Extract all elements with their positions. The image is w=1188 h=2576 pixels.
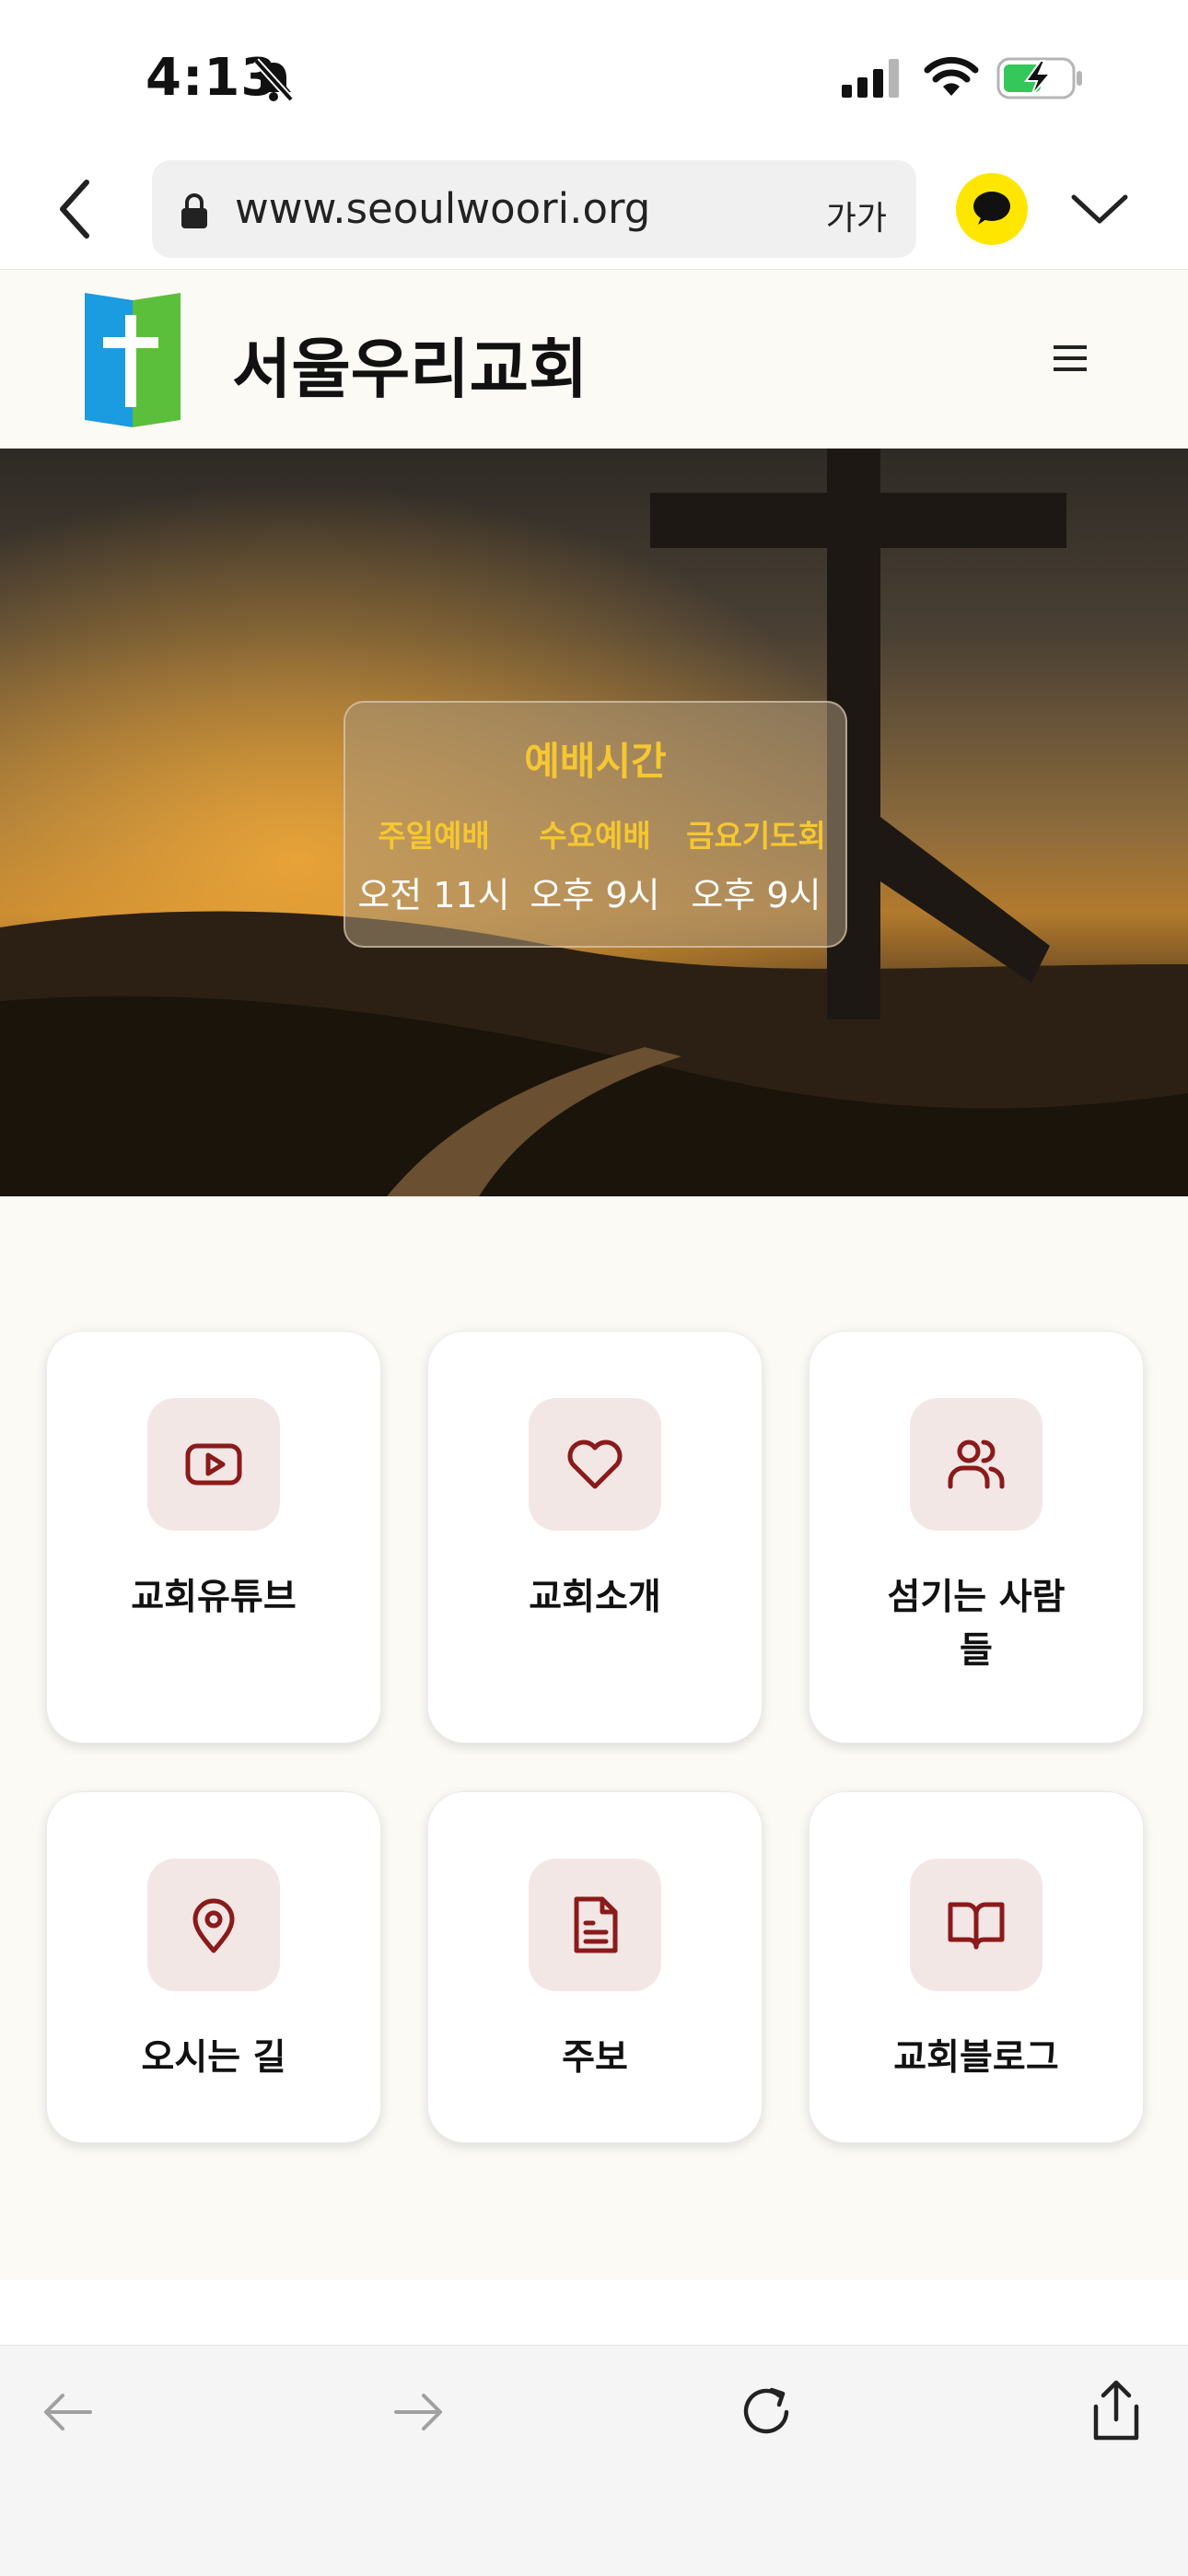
card-icon-container xyxy=(147,1859,280,1991)
service-name: 수요예배 xyxy=(539,818,651,854)
heart-icon xyxy=(567,1440,623,1489)
service-name: 주일예배 xyxy=(378,818,490,854)
card-label: 오시는 길 xyxy=(141,2037,286,2079)
status-bar: 4:13 xyxy=(0,0,1188,157)
card-label: 교회블로그 xyxy=(893,2037,1059,2079)
share-icon[interactable] xyxy=(1087,2379,1146,2442)
wifi-icon xyxy=(924,56,979,96)
chat-bubble-icon xyxy=(973,192,1010,225)
card-church-intro[interactable]: 교회소개 xyxy=(427,1331,763,1743)
youtube-icon xyxy=(185,1443,242,1486)
service-time: 오전 11시 xyxy=(357,875,510,915)
address-bar[interactable]: www.seoulwoori.org 가가 xyxy=(152,160,916,258)
back-arrow-icon[interactable] xyxy=(41,2384,96,2440)
hamburger-menu-icon[interactable] xyxy=(1052,344,1089,373)
hero-banner: 예배시간 주일예배 수요예배 금요기도회 오전 11시 오후 9시 오후 9시 xyxy=(0,449,1188,1196)
card-label: 교회소개 xyxy=(529,1577,661,1618)
site-header: 서울우리교회 xyxy=(0,269,1188,449)
site-title[interactable]: 서울우리교회 xyxy=(232,318,588,411)
card-icon-container xyxy=(910,1398,1042,1531)
forward-arrow-icon[interactable] xyxy=(390,2384,446,2440)
card-icon-container xyxy=(529,1859,661,1991)
card-icon-container xyxy=(529,1398,661,1531)
location-pin-icon xyxy=(192,1898,235,1953)
service-time: 오후 9시 xyxy=(530,875,660,915)
quick-links-section: 교회유튜브 교회소개 섬기는 사람 들 오시는 길 주보 교회블로그 xyxy=(0,1196,1188,2280)
cellular-signal-icon xyxy=(842,59,899,98)
church-logo[interactable] xyxy=(85,293,181,427)
browser-back-chevron-icon[interactable] xyxy=(52,177,98,241)
chevron-down-icon[interactable] xyxy=(1070,192,1129,228)
book-icon xyxy=(948,1902,1005,1950)
card-youtube[interactable]: 교회유튜브 xyxy=(46,1331,381,1743)
worship-times-card: 예배시간 주일예배 수요예배 금요기도회 오전 11시 오후 9시 오후 9시 xyxy=(344,701,847,948)
lock-icon xyxy=(181,193,207,228)
reload-icon[interactable] xyxy=(739,2384,798,2443)
card-label: 섬기는 사람 들 xyxy=(828,1571,1124,1678)
card-icon-container xyxy=(147,1398,280,1531)
text-size-button[interactable]: 가가 xyxy=(826,192,887,239)
card-label-line: 들 xyxy=(960,1630,993,1672)
people-icon xyxy=(948,1440,1005,1489)
card-label: 교회유튜브 xyxy=(131,1577,297,1618)
card-label: 주보 xyxy=(562,2037,628,2079)
service-name: 금요기도회 xyxy=(686,818,826,854)
url-text: www.seoulwoori.org xyxy=(235,184,651,233)
browser-address-row: www.seoulwoori.org 가가 xyxy=(0,157,1188,269)
document-icon xyxy=(574,1896,618,1953)
card-label-line: 섬기는 사람 xyxy=(887,1577,1066,1618)
service-time: 오후 9시 xyxy=(691,875,821,915)
card-ministers[interactable]: 섬기는 사람 들 xyxy=(809,1331,1144,1743)
bell-off-icon xyxy=(253,58,294,101)
kakaotalk-button[interactable] xyxy=(956,173,1028,245)
card-bulletin[interactable]: 주보 xyxy=(427,1791,763,2143)
card-directions[interactable]: 오시는 길 xyxy=(46,1791,381,2143)
card-icon-container xyxy=(910,1859,1042,1991)
browser-toolbar xyxy=(0,2345,1188,2576)
battery-charging-icon xyxy=(996,57,1082,99)
card-blog[interactable]: 교회블로그 xyxy=(809,1791,1144,2143)
worship-times-title: 예배시간 xyxy=(524,739,667,784)
